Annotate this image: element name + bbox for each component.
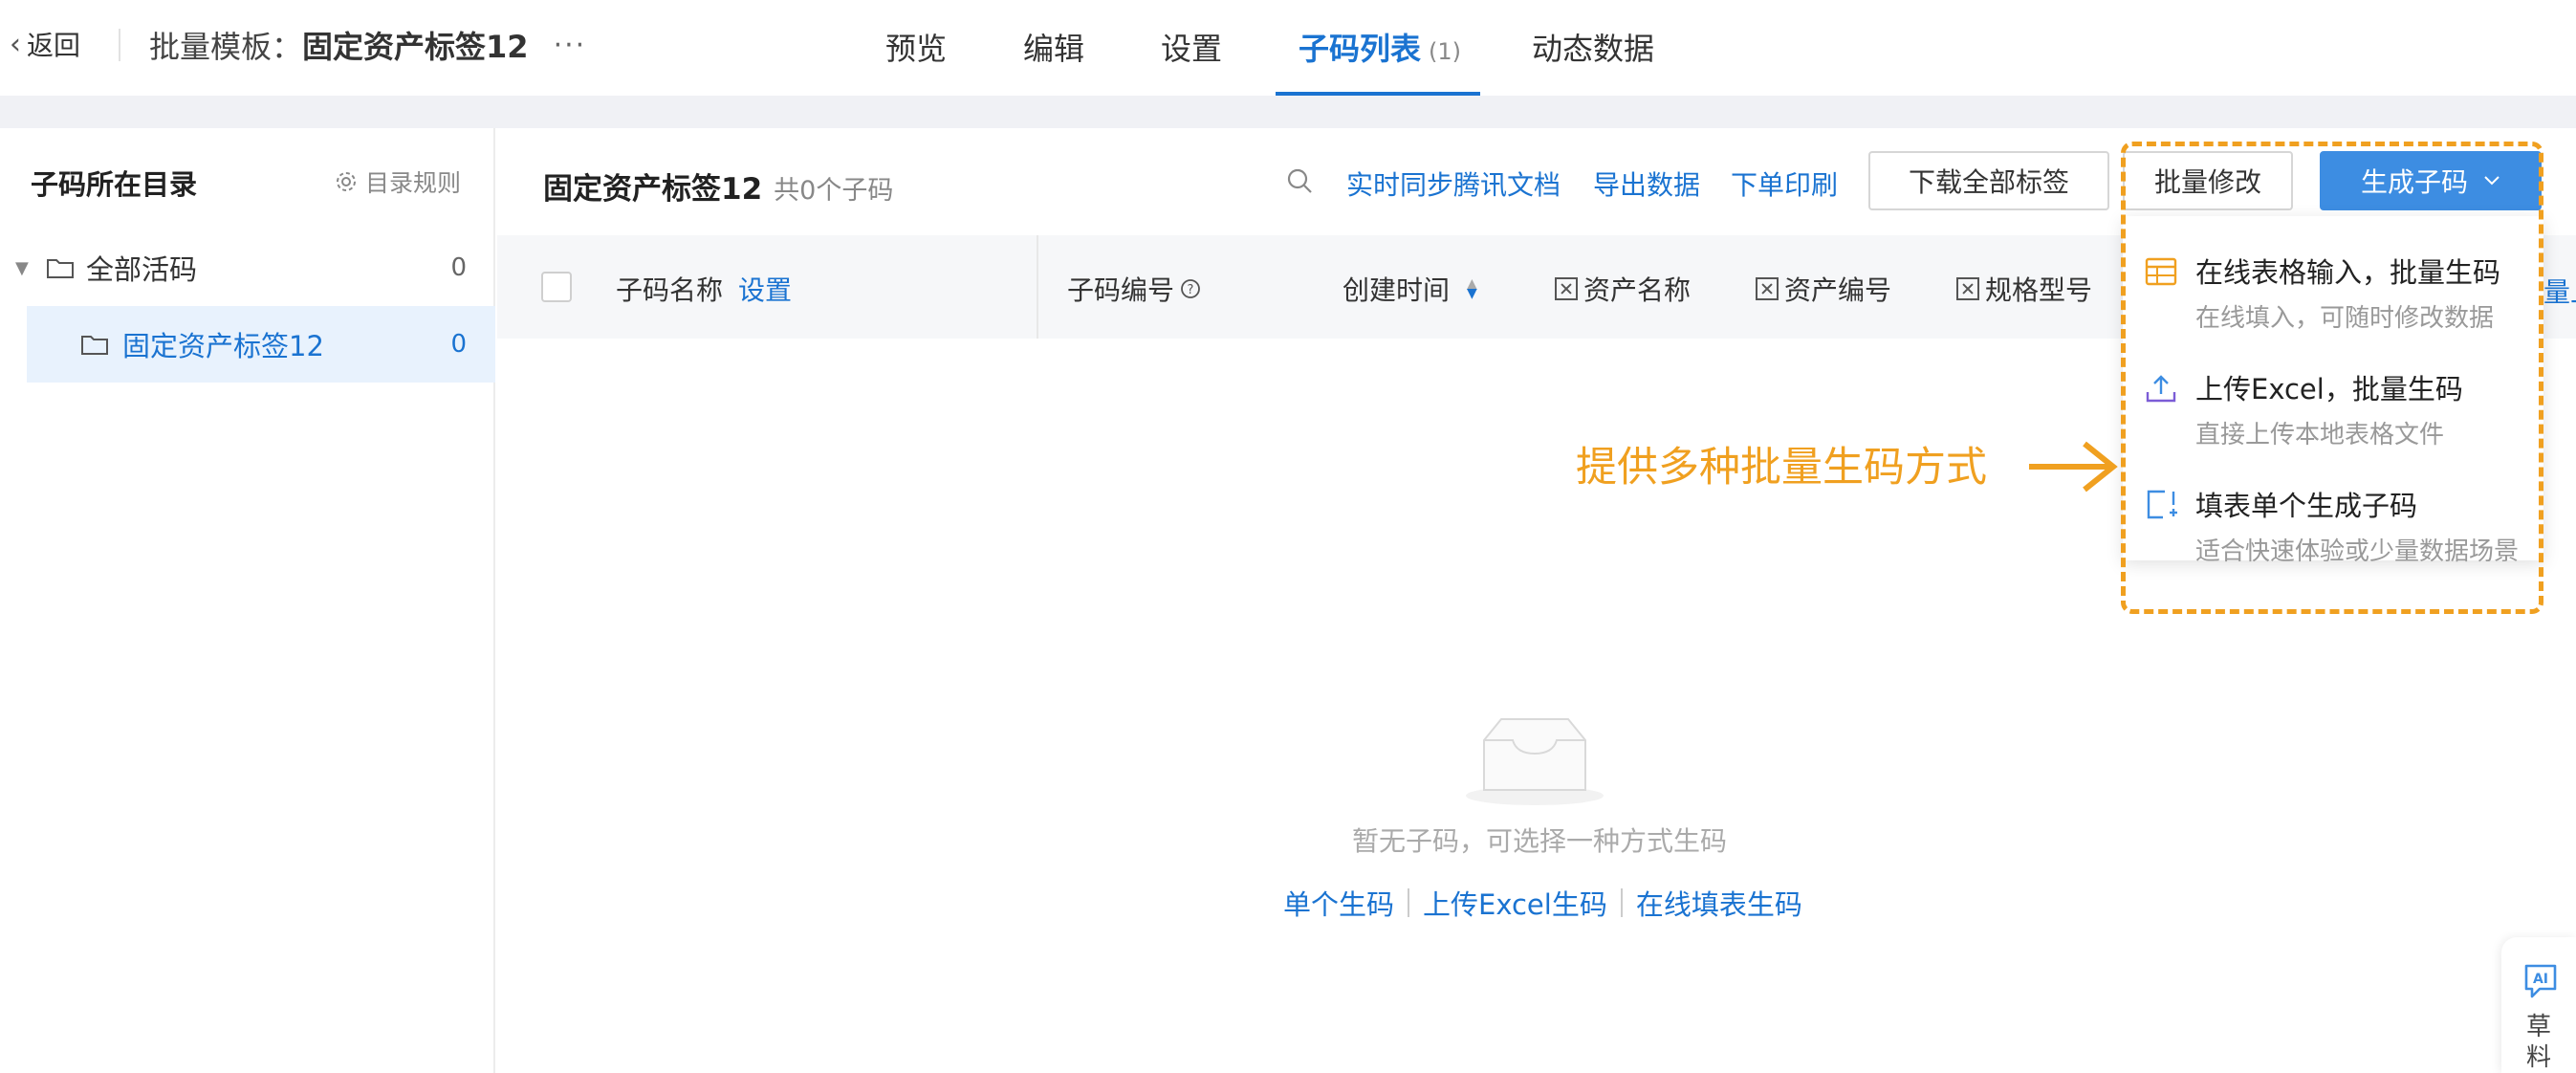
column-divider [1037, 235, 1038, 339]
column-asset-code: 资产编号 [1756, 270, 1891, 308]
sync-tencent-docs-link[interactable]: 实时同步腾讯文档 [1346, 164, 1561, 203]
ai-icon: AI [2524, 964, 2557, 998]
sidebar-item-count: 0 [450, 330, 467, 359]
total-count: 共0个子码 [774, 176, 894, 206]
column-label: 资产名称 [1583, 274, 1692, 306]
generate-dropdown-menu: 在线表格输入，批量生码 在线填入，可随时修改数据 上传Excel，批量生码 直接… [2123, 216, 2543, 566]
batch-edit-button[interactable]: 批量修改 [2123, 151, 2293, 210]
tab-count: (1) [1429, 38, 1462, 65]
tab-subcode-list[interactable]: 子码列表 (1) [1299, 25, 1461, 67]
search-icon[interactable] [1285, 166, 1314, 195]
link-separator [1408, 888, 1410, 917]
column-label: 规格型号 [1985, 274, 2093, 306]
order-print-link[interactable]: 下单印刷 [1731, 164, 1838, 203]
empty-state-actions: 单个生码 上传Excel生码 在线填表生码 [1283, 884, 1802, 922]
menu-item-online-table[interactable]: 在线表格输入，批量生码 在线填入，可随时修改数据 [2123, 228, 2543, 344]
menu-item-upload-excel[interactable]: 上传Excel，批量生码 直接上传本地表格文件 [2123, 344, 2543, 461]
gear-icon [336, 172, 356, 191]
arrow-right-icon [2029, 441, 2118, 493]
tab-dynamic-data[interactable]: 动态数据 [1532, 25, 1654, 67]
sidebar-item-label: 全部活码 [86, 253, 198, 286]
directory-sidebar: 子码所在目录 目录规则 ▼ 全部活码 0 固定资产标签12 0 [0, 128, 495, 1073]
tab-edit[interactable]: 编辑 [1023, 25, 1084, 67]
list-title-name: 固定资产标签12 [543, 172, 763, 207]
sidebar-item-count: 0 [450, 253, 467, 282]
generate-subcode-label: 生成子码 [2360, 166, 2468, 198]
menu-item-title: 上传Excel，批量生码 [2195, 373, 2463, 405]
svg-text:?: ? [1188, 283, 1194, 297]
empty-state-text: 暂无子码，可选择一种方式生码 [1351, 825, 1727, 857]
folder-icon [47, 259, 74, 278]
menu-item-title: 填表单个生成子码 [2195, 490, 2418, 522]
menu-item-desc: 适合快速体验或少量数据场景 [2195, 537, 2520, 566]
ai-widget-label: 草料 [2526, 1013, 2552, 1072]
directory-rules-label: 目录规则 [364, 169, 461, 197]
field-icon [1555, 277, 1578, 300]
folder-icon [81, 336, 108, 355]
chevron-down-icon [2484, 176, 2500, 186]
sidebar-item-all-codes[interactable]: ▼ 全部活码 0 [0, 230, 495, 306]
column-label: 子码名称 [616, 274, 724, 306]
column-created-time[interactable]: 创建时间 ▲ ▼ [1343, 270, 1477, 308]
menu-item-single-form[interactable]: 填表单个生成子码 适合快速体验或少量数据场景 [2123, 461, 2543, 578]
column-subcode-name: 子码名称 设置 [616, 270, 792, 308]
help-icon[interactable]: ? [1180, 278, 1201, 299]
sidebar-item-template-folder[interactable]: 固定资产标签12 0 [27, 306, 495, 383]
column-asset-name: 资产名称 [1555, 270, 1691, 308]
menu-item-desc: 直接上传本地表格文件 [2195, 421, 2445, 449]
upload-icon [2146, 375, 2176, 403]
upload-excel-generate-link[interactable]: 上传Excel生码 [1423, 883, 1607, 923]
export-data-link[interactable]: 导出数据 [1593, 164, 1700, 203]
tab-subcode-list-label: 子码列表 [1299, 31, 1422, 67]
page-background-band [0, 96, 2576, 128]
link-separator [1620, 888, 1623, 917]
select-all-checkbox[interactable] [541, 272, 572, 302]
column-name-setting-link[interactable]: 设置 [738, 270, 792, 308]
download-all-labels-button[interactable]: 下载全部标签 [1868, 151, 2109, 210]
tab-preview[interactable]: 预览 [885, 25, 947, 67]
sidebar-item-label: 固定资产标签12 [122, 330, 324, 362]
single-generate-link[interactable]: 单个生码 [1283, 883, 1394, 923]
sidebar-title: 子码所在目录 [31, 168, 198, 201]
form-add-icon [2147, 490, 2177, 519]
annotation-text: 提供多种批量生码方式 [1576, 444, 1987, 492]
svg-text:AI: AI [2533, 972, 2548, 987]
table-icon [2145, 257, 2177, 286]
directory-rules-button[interactable]: 目录规则 [335, 164, 461, 199]
menu-item-desc: 在线填入，可随时修改数据 [2195, 304, 2495, 333]
column-label: 子码编号 [1067, 274, 1175, 306]
field-icon [1756, 277, 1779, 300]
field-icon [1956, 277, 1979, 300]
tab-settings[interactable]: 设置 [1161, 25, 1222, 67]
column-subcode-number: 子码编号 ? [1067, 270, 1201, 308]
online-form-generate-link[interactable]: 在线填表生码 [1636, 883, 1802, 923]
edge-batch-link[interactable]: 量上 [2543, 272, 2576, 310]
list-title: 固定资产标签12 共0个子码 [543, 164, 893, 208]
column-label: 创建时间 [1343, 274, 1451, 306]
column-spec-model: 规格型号 [1956, 270, 2092, 308]
sort-icon[interactable]: ▲ ▼ [1467, 277, 1477, 300]
menu-item-title: 在线表格输入，批量生码 [2195, 256, 2501, 289]
caret-down-icon[interactable]: ▼ [15, 258, 29, 278]
generate-subcode-button[interactable]: 生成子码 [2320, 151, 2542, 210]
top-bar: ‹ 返回 批量模板： 固定资产标签12 ··· 预览 编辑 设置 子码列表 (1)… [0, 0, 2576, 96]
empty-inbox-icon [1466, 718, 1604, 805]
nav-tabs: 预览 编辑 设置 子码列表 (1) 动态数据 [0, 0, 2576, 96]
column-label: 资产编号 [1784, 274, 1892, 306]
ai-assistant-widget[interactable]: AI 草料 [2501, 937, 2576, 1073]
